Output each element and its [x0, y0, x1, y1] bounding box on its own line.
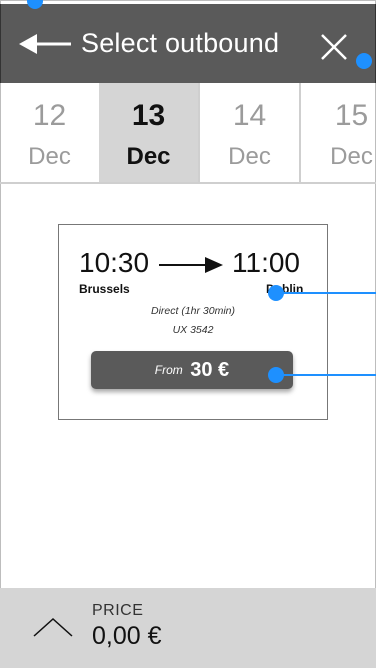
flight-card[interactable]: 10:30 11:00 Brussels Dublin Direct (1hr … — [58, 224, 328, 420]
close-icon — [321, 34, 347, 60]
date-option-12-dec[interactable]: 12 Dec — [0, 83, 101, 182]
price-prefix: From — [154, 363, 183, 377]
page-title: Select outbound — [81, 28, 280, 58]
date-selector: 12 Dec 13 Dec 14 Dec 15 Dec — [0, 83, 376, 184]
price-summary-bar: PRICE 0,00 € — [0, 588, 376, 668]
arrow-left-icon — [19, 34, 71, 54]
close-button[interactable] — [319, 32, 349, 62]
date-option-14-dec[interactable]: 14 Dec — [200, 83, 301, 182]
arrival-time: 11:00 — [232, 247, 300, 278]
select-fare-button[interactable]: From 30 € — [91, 351, 293, 389]
flight-duration: Direct (1hr 30min) — [150, 305, 236, 317]
date-month: Dec — [228, 143, 271, 170]
date-day: 12 — [32, 99, 67, 132]
date-option-15-dec[interactable]: 15 Dec — [301, 83, 376, 182]
date-month: Dec — [126, 143, 171, 170]
expand-price-button[interactable] — [32, 614, 74, 638]
date-month: Dec — [330, 143, 373, 170]
departure-time: 10:30 — [79, 247, 150, 278]
date-month: Dec — [28, 143, 71, 170]
date-day: 15 — [334, 99, 369, 132]
flight-number: UX 3542 — [172, 324, 214, 336]
total-price: 0,00 € — [92, 622, 162, 650]
departure-city: Brussels — [79, 282, 130, 296]
date-day: 14 — [232, 99, 267, 132]
date-option-13-dec[interactable]: 13 Dec — [99, 83, 200, 182]
back-button[interactable] — [17, 26, 75, 62]
date-day: 13 — [131, 99, 166, 132]
fare-price: 30 € — [190, 359, 230, 381]
price-label: PRICE — [92, 602, 144, 619]
route-arrow-icon — [159, 257, 223, 273]
app-header: Select outbound — [0, 4, 376, 83]
chevron-up-icon — [33, 617, 73, 637]
